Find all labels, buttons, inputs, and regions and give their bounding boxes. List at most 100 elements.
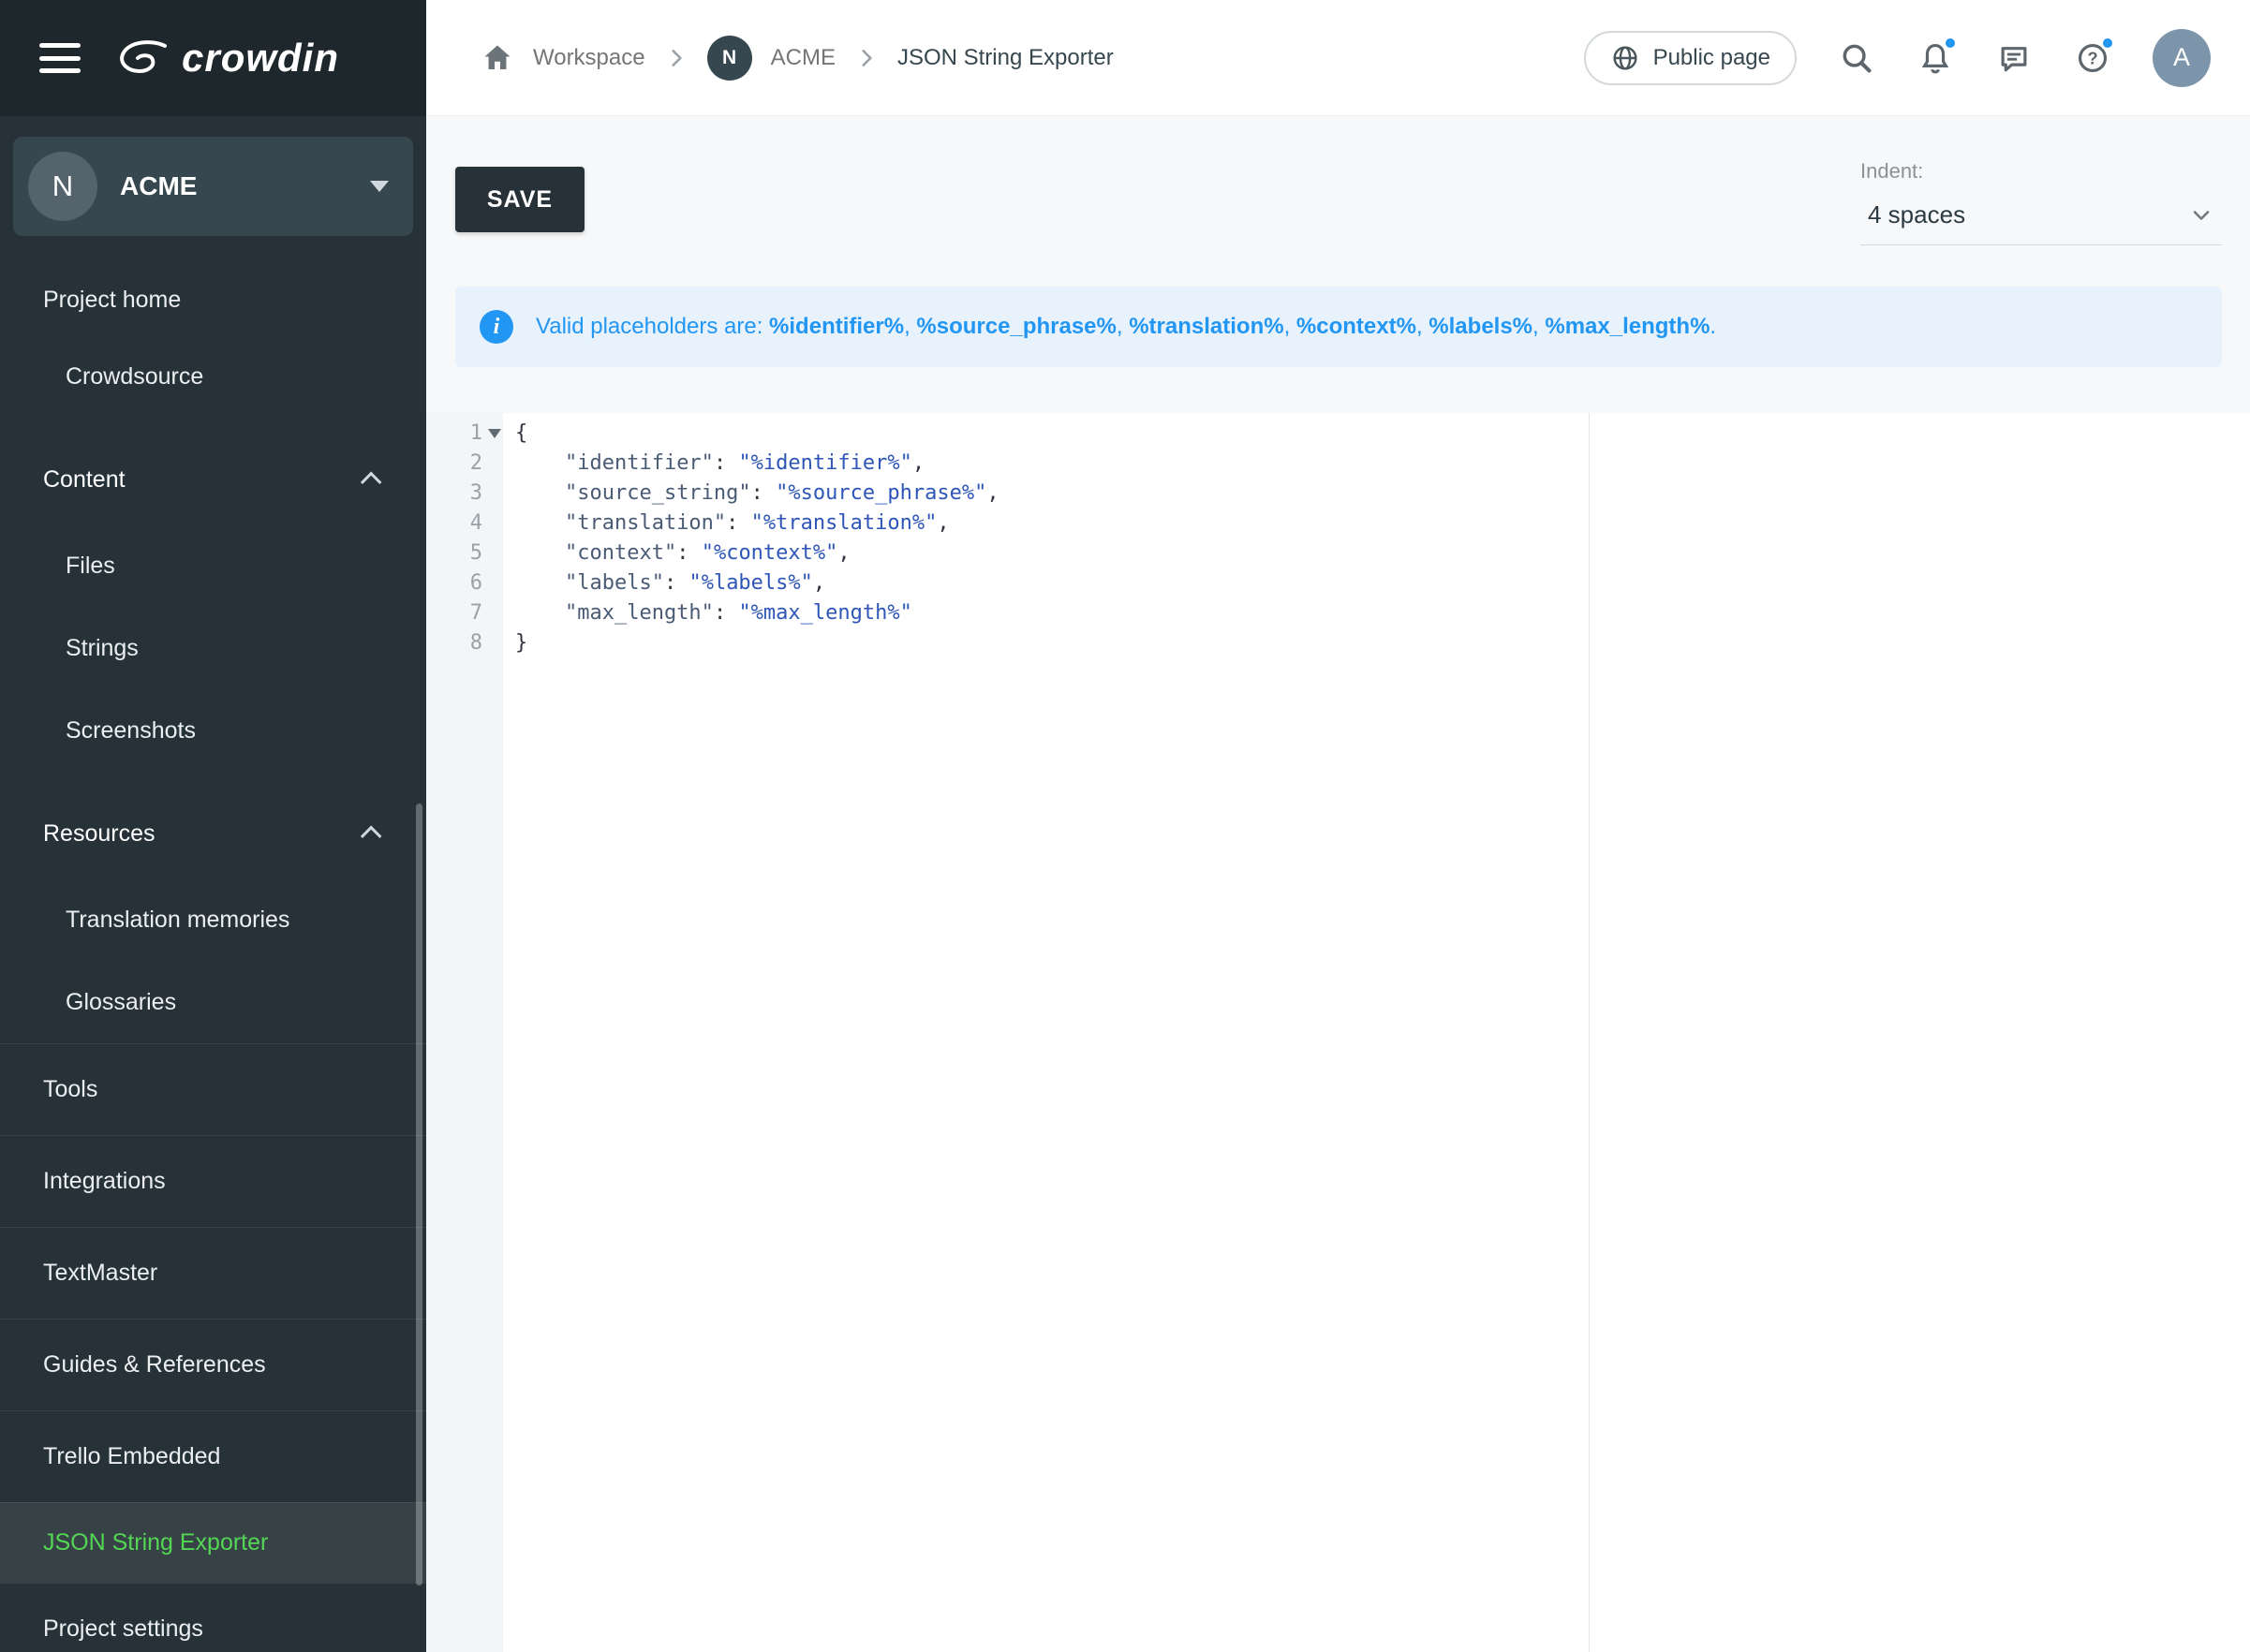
- chevron-down-icon: [370, 181, 389, 192]
- line-number: 3: [426, 479, 482, 509]
- public-page-label: Public page: [1653, 45, 1770, 71]
- sidebar-item-label: Guides & References: [43, 1351, 266, 1379]
- sidebar-item-glossaries[interactable]: Glossaries: [0, 961, 426, 1043]
- sidebar-header: crowdin: [0, 0, 426, 116]
- topbar-actions: Public page ?: [1584, 29, 2211, 87]
- help-badge: [2100, 36, 2115, 51]
- line-number: 2: [426, 449, 482, 479]
- crowdin-logo: crowdin: [112, 36, 339, 81]
- sidebar-item-crowdsource[interactable]: Crowdsource: [0, 335, 426, 418]
- chevron-up-icon: [361, 472, 382, 494]
- sidebar: crowdin N ACME Project home Crowdsource Co…: [0, 0, 426, 1652]
- line-number: 5: [426, 538, 482, 568]
- sidebar-item-resources[interactable]: Resources: [0, 789, 426, 878]
- info-banner: i Valid placeholders are: %identifier%, …: [455, 287, 2222, 367]
- sidebar-item-textmaster[interactable]: TextMaster: [0, 1227, 426, 1319]
- line-number: 4: [426, 509, 482, 538]
- breadcrumb-page-title: JSON String Exporter: [897, 45, 1114, 71]
- sidebar-item-integrations[interactable]: Integrations: [0, 1135, 426, 1227]
- line-number: 1: [426, 419, 482, 449]
- code-line: {: [515, 419, 2250, 449]
- indent-select[interactable]: 4 spaces: [1860, 184, 2222, 245]
- line-number: 8: [426, 628, 482, 658]
- chat-icon: [1996, 40, 2032, 76]
- sidebar-item-label: Integrations: [43, 1168, 166, 1195]
- messages-button[interactable]: [1995, 39, 2033, 77]
- chevron-right-icon: [854, 46, 879, 70]
- help-button[interactable]: ?: [2074, 39, 2111, 77]
- sidebar-item-label: Project settings: [43, 1615, 203, 1643]
- code-line: "labels": "%labels%",: [515, 568, 2250, 598]
- sidebar-item-project-settings[interactable]: Project settings: [0, 1583, 426, 1652]
- sidebar-item-content[interactable]: Content: [0, 435, 426, 524]
- sidebar-item-strings[interactable]: Strings: [0, 607, 426, 689]
- project-name: ACME: [120, 171, 370, 201]
- menu-icon[interactable]: [39, 43, 81, 73]
- print-margin-ruler: [1589, 413, 1590, 1652]
- indent-value: 4 spaces: [1868, 200, 1965, 229]
- sidebar-item-label: Strings: [66, 635, 139, 662]
- code-editor[interactable]: { "identifier": "%identifier%", "source_…: [503, 413, 2250, 1652]
- topbar: Workspace N ACME JSON String Exporter Pu…: [426, 0, 2250, 116]
- banner-text: Valid placeholders are: %identifier%, %s…: [536, 314, 1716, 340]
- info-icon: i: [480, 310, 513, 344]
- sidebar-item-label: Crowdsource: [66, 363, 203, 391]
- sidebar-item-tools[interactable]: Tools: [0, 1043, 426, 1135]
- breadcrumb-workspace[interactable]: Workspace: [533, 45, 645, 71]
- chevron-up-icon: [361, 826, 382, 848]
- sidebar-item-label: Resources: [43, 820, 155, 848]
- breadcrumb-project[interactable]: ACME: [771, 45, 836, 71]
- svg-text:?: ?: [2087, 49, 2097, 67]
- editor-gutter: 12345678: [426, 413, 503, 1652]
- search-button[interactable]: [1838, 39, 1875, 77]
- public-page-button[interactable]: Public page: [1584, 31, 1797, 85]
- breadcrumb-project-avatar: N: [707, 36, 752, 81]
- sidebar-item-label: Screenshots: [66, 717, 196, 745]
- crowdin-logo-text: crowdin: [182, 36, 339, 81]
- sidebar-item-label: Files: [66, 553, 115, 580]
- sidebar-item-label: Trello Embedded: [43, 1443, 220, 1470]
- sidebar-item-label: Glossaries: [66, 989, 176, 1016]
- home-icon[interactable]: [481, 41, 514, 75]
- indent-label: Indent:: [1860, 159, 2222, 184]
- notification-badge: [1943, 36, 1958, 51]
- user-avatar[interactable]: A: [2153, 29, 2211, 87]
- main-content: SAVE Indent: 4 spaces i Valid placeholde…: [426, 116, 2250, 1652]
- sidebar-item-label: Translation memories: [66, 907, 289, 934]
- sidebar-item-screenshots[interactable]: Screenshots: [0, 689, 426, 772]
- sidebar-item-label: JSON String Exporter: [43, 1529, 268, 1556]
- project-selector[interactable]: N ACME: [13, 137, 413, 236]
- crowdin-logo-icon: [112, 37, 172, 80]
- sidebar-item-label: Content: [43, 466, 126, 494]
- sidebar-item-label: TextMaster: [43, 1260, 157, 1287]
- indent-setting: Indent: 4 spaces: [1860, 159, 2222, 245]
- globe-icon: [1610, 43, 1640, 73]
- sidebar-nav: Project home Crowdsource Content Files Strin…: [0, 264, 426, 1652]
- sidebar-item-files[interactable]: Files: [0, 524, 426, 607]
- code-line: "identifier": "%identifier%",: [515, 449, 2250, 479]
- save-button[interactable]: SAVE: [455, 167, 585, 232]
- code-line: "translation": "%translation%",: [515, 509, 2250, 538]
- fold-arrow-icon[interactable]: [488, 429, 501, 438]
- line-number: 6: [426, 568, 482, 598]
- line-number: 7: [426, 598, 482, 628]
- project-avatar: N: [28, 152, 97, 221]
- code-line: "context": "%context%",: [515, 538, 2250, 568]
- sidebar-item-translation-memories[interactable]: Translation memories: [0, 878, 426, 961]
- chevron-right-icon: [664, 46, 688, 70]
- code-line: "max_length": "%max_length%": [515, 598, 2250, 628]
- sidebar-scrollbar[interactable]: [416, 804, 422, 1586]
- breadcrumb: Workspace N ACME JSON String Exporter: [481, 36, 1114, 81]
- notifications-button[interactable]: [1917, 39, 1954, 77]
- sidebar-item-label: Tools: [43, 1076, 97, 1103]
- sidebar-item-trello-embedded[interactable]: Trello Embedded: [0, 1410, 426, 1502]
- sidebar-item-guides-references[interactable]: Guides & References: [0, 1319, 426, 1410]
- code-line: "source_string": "%source_phrase%",: [515, 479, 2250, 509]
- code-line: }: [515, 628, 2250, 658]
- sidebar-item-project-home[interactable]: Project home: [0, 264, 426, 335]
- sidebar-item-label: Project home: [43, 287, 181, 314]
- search-icon: [1839, 40, 1874, 76]
- chevron-down-icon: [2188, 202, 2214, 229]
- sidebar-item-json-string-exporter[interactable]: JSON String Exporter: [0, 1502, 426, 1583]
- json-template-editor[interactable]: 12345678 { "identifier": "%identifier%",…: [426, 413, 2250, 1652]
